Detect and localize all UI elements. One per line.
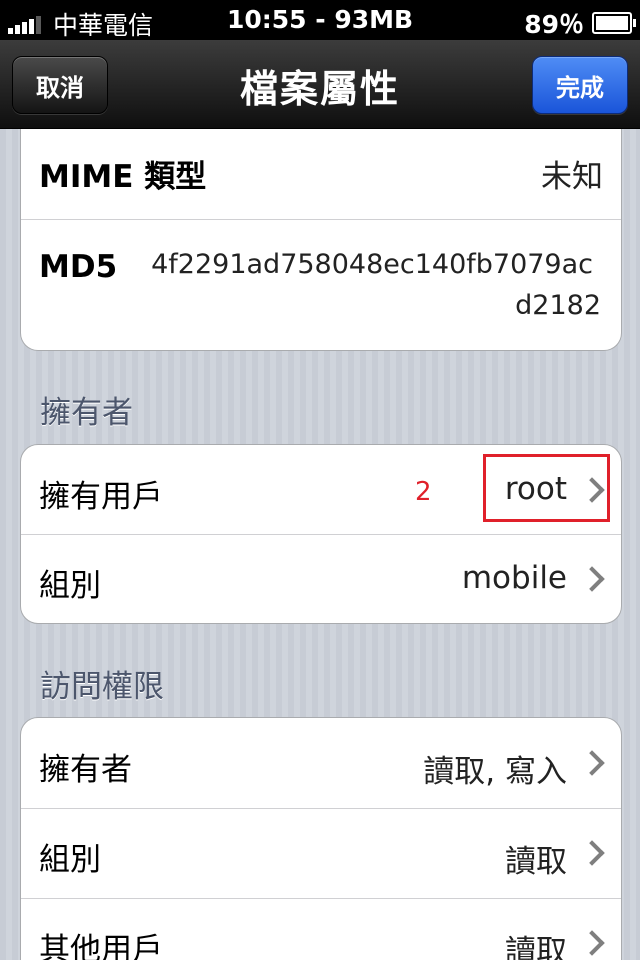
status-right: 89％ [524, 5, 636, 41]
access-others-value: 讀取 [505, 934, 567, 960]
access-group-label: 組別 [39, 842, 101, 878]
mime-type-row: MIME 類型 未知 [21, 129, 621, 220]
access-owner-row[interactable]: 擁有者 讀取, 寫入 [21, 718, 621, 809]
chevron-right-icon [579, 840, 605, 866]
owner-group-value: mobile [461, 560, 567, 596]
md5-value-line1: 4f2291ad758048ec140fb7079ac [151, 249, 593, 280]
access-section-header: 訪問權限 [40, 669, 164, 705]
annotation-number: 2 [415, 477, 432, 507]
battery-fill [596, 16, 628, 30]
access-others-row[interactable]: 其他用戶 讀取 [21, 898, 621, 960]
access-owner-value: 讀取, 寫入 [423, 754, 567, 790]
mime-type-value: 未知 [541, 159, 603, 195]
access-group-value: 讀取 [505, 844, 567, 880]
md5-value-line2: d2182 [515, 290, 601, 321]
status-bar: 中華電信 10:55 - 93MB 89％ [0, 0, 640, 40]
file-info-group: MIME 類型 未知 MD5 4f2291ad758048ec140fb7079… [20, 129, 622, 351]
owner-user-label: 擁有用戶 [39, 479, 163, 515]
chevron-right-icon [579, 930, 605, 956]
owner-section-header: 擁有者 [40, 395, 133, 431]
battery-icon [592, 12, 636, 34]
mime-type-label: MIME 類型 [39, 159, 207, 195]
settings-content[interactable]: MIME 類型 未知 MD5 4f2291ad758048ec140fb7079… [0, 129, 640, 960]
access-others-label: 其他用戶 [39, 932, 163, 960]
access-group: 擁有者 讀取, 寫入 組別 讀取 其他用戶 讀取 [20, 717, 622, 960]
md5-label: MD5 [39, 249, 118, 285]
chevron-right-icon [579, 750, 605, 776]
owner-group-row[interactable]: 組別 mobile [21, 534, 621, 623]
annotation-highlight-box [483, 454, 610, 522]
chevron-right-icon [579, 566, 605, 592]
access-group-row[interactable]: 組別 讀取 [21, 808, 621, 899]
battery-percent: 89％ [524, 10, 584, 39]
owner-group-label: 組別 [39, 568, 101, 604]
navigation-bar: 取消 檔案屬性 完成 [0, 40, 640, 129]
access-owner-label: 擁有者 [39, 752, 132, 788]
done-button[interactable]: 完成 [532, 56, 628, 114]
md5-row: MD5 4f2291ad758048ec140fb7079ac d2182 [21, 219, 621, 350]
